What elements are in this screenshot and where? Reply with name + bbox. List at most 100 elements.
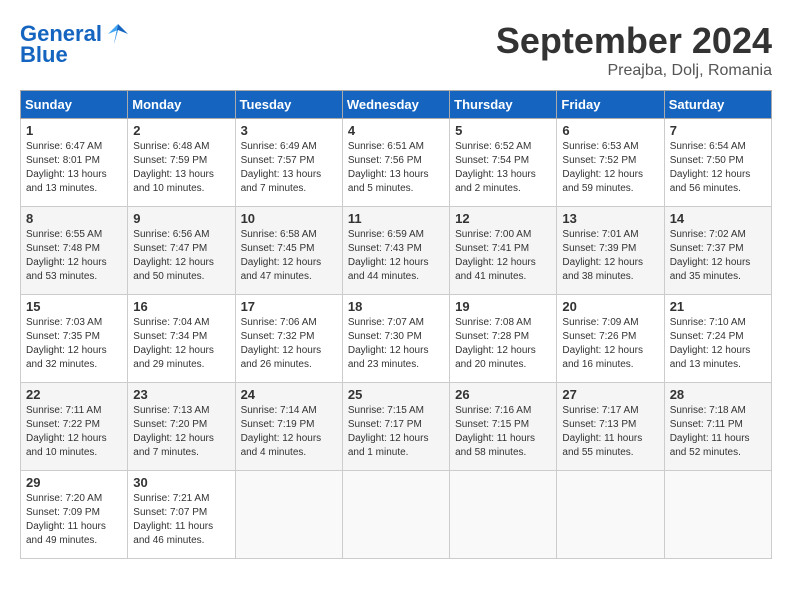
- day-info: Sunrise: 7:03 AM Sunset: 7:35 PM Dayligh…: [26, 316, 122, 372]
- calendar-cell: [664, 471, 771, 559]
- day-number: 8: [26, 211, 122, 226]
- calendar-cell: 29Sunrise: 7:20 AM Sunset: 7:09 PM Dayli…: [21, 471, 128, 559]
- calendar-cell: 25Sunrise: 7:15 AM Sunset: 7:17 PM Dayli…: [342, 383, 449, 471]
- day-number: 26: [455, 387, 551, 402]
- logo-icon: [104, 20, 132, 48]
- day-number: 24: [241, 387, 337, 402]
- calendar-cell: 22 Sunrise: 7:11 AM Sunset: 7:22 PM Dayli…: [21, 383, 128, 471]
- day-number: 20: [562, 299, 658, 314]
- day-number: 23: [133, 387, 229, 402]
- day-info: Sunrise: 7:06 AM Sunset: 7:32 PM Dayligh…: [241, 316, 337, 372]
- day-number: 2: [133, 123, 229, 138]
- day-number: 5: [455, 123, 551, 138]
- weekday-header: Thursday: [450, 91, 557, 119]
- day-number: 30: [133, 475, 229, 490]
- day-info: Sunrise: 6:51 AM Sunset: 7:56 PM Dayligh…: [348, 140, 444, 196]
- day-info: Sunrise: 6:58 AM Sunset: 7:45 PM Dayligh…: [241, 228, 337, 284]
- day-info: Sunrise: 6:54 AM Sunset: 7:50 PM Dayligh…: [670, 140, 766, 196]
- day-number: 14: [670, 211, 766, 226]
- logo: General Blue: [20, 20, 132, 68]
- day-info: Sunrise: 6:56 AM Sunset: 7:47 PM Dayligh…: [133, 228, 229, 284]
- day-info: Sunrise: 7:14 AM Sunset: 7:19 PM Dayligh…: [241, 404, 337, 460]
- day-info: Sunrise: 6:49 AM Sunset: 7:57 PM Dayligh…: [241, 140, 337, 196]
- day-number: 19: [455, 299, 551, 314]
- location: Preajba, Dolj, Romania: [496, 62, 772, 80]
- day-number: 21: [670, 299, 766, 314]
- calendar-cell: 11Sunrise: 6:59 AM Sunset: 7:43 PM Dayli…: [342, 207, 449, 295]
- day-number: 3: [241, 123, 337, 138]
- day-number: 7: [670, 123, 766, 138]
- logo-blue: Blue: [20, 42, 68, 68]
- weekday-header: Sunday: [21, 91, 128, 119]
- weekday-header: Tuesday: [235, 91, 342, 119]
- calendar-cell: 6 Sunrise: 6:53 AM Sunset: 7:52 PM Daylig…: [557, 119, 664, 207]
- calendar-cell: 1 Sunrise: 6:47 AM Sunset: 8:01 PM Daylig…: [21, 119, 128, 207]
- calendar-cell: [450, 471, 557, 559]
- day-info: Sunrise: 6:48 AM Sunset: 7:59 PM Dayligh…: [133, 140, 229, 196]
- calendar-cell: 3 Sunrise: 6:49 AM Sunset: 7:57 PM Daylig…: [235, 119, 342, 207]
- title-block: September 2024 Preajba, Dolj, Romania: [496, 20, 772, 80]
- day-info: Sunrise: 7:11 AM Sunset: 7:22 PM Dayligh…: [26, 404, 122, 460]
- day-info: Sunrise: 7:07 AM Sunset: 7:30 PM Dayligh…: [348, 316, 444, 372]
- calendar-cell: 21 Sunrise: 7:10 AM Sunset: 7:24 PM Dayli…: [664, 295, 771, 383]
- day-number: 15: [26, 299, 122, 314]
- calendar-cell: 4 Sunrise: 6:51 AM Sunset: 7:56 PM Daylig…: [342, 119, 449, 207]
- month-title: September 2024: [496, 20, 772, 62]
- calendar-cell: 13 Sunrise: 7:01 AM Sunset: 7:39 PM Dayli…: [557, 207, 664, 295]
- calendar-cell: [557, 471, 664, 559]
- day-info: Sunrise: 6:52 AM Sunset: 7:54 PM Dayligh…: [455, 140, 551, 196]
- day-info: Sunrise: 7:01 AM Sunset: 7:39 PM Dayligh…: [562, 228, 658, 284]
- day-info: Sunrise: 7:02 AM Sunset: 7:37 PM Dayligh…: [670, 228, 766, 284]
- day-number: 1: [26, 123, 122, 138]
- day-info: Sunrise: 7:17 AM Sunset: 7:13 PM Dayligh…: [562, 404, 658, 460]
- calendar-cell: 8 Sunrise: 6:55 AM Sunset: 7:48 PM Daylig…: [21, 207, 128, 295]
- calendar-cell: 5 Sunrise: 6:52 AM Sunset: 7:54 PM Daylig…: [450, 119, 557, 207]
- day-number: 18: [348, 299, 444, 314]
- calendar-cell: 17 Sunrise: 7:06 AM Sunset: 7:32 PM Dayli…: [235, 295, 342, 383]
- day-number: 22: [26, 387, 122, 402]
- calendar-cell: 26 Sunrise: 7:16 AM Sunset: 7:15 PM Dayli…: [450, 383, 557, 471]
- weekday-header: Friday: [557, 91, 664, 119]
- day-number: 17: [241, 299, 337, 314]
- calendar-cell: 19 Sunrise: 7:08 AM Sunset: 7:28 PM Dayli…: [450, 295, 557, 383]
- calendar-cell: 9 Sunrise: 6:56 AM Sunset: 7:47 PM Daylig…: [128, 207, 235, 295]
- day-number: 13: [562, 211, 658, 226]
- day-number: 27: [562, 387, 658, 402]
- day-info: Sunrise: 6:55 AM Sunset: 7:48 PM Dayligh…: [26, 228, 122, 284]
- calendar-cell: 28Sunrise: 7:18 AM Sunset: 7:11 PM Dayli…: [664, 383, 771, 471]
- calendar-cell: 15 Sunrise: 7:03 AM Sunset: 7:35 PM Dayli…: [21, 295, 128, 383]
- day-number: 6: [562, 123, 658, 138]
- weekday-header: Monday: [128, 91, 235, 119]
- day-number: 10: [241, 211, 337, 226]
- day-number: 4: [348, 123, 444, 138]
- calendar-cell: 24 Sunrise: 7:14 AM Sunset: 7:19 PM Dayli…: [235, 383, 342, 471]
- day-info: Sunrise: 7:08 AM Sunset: 7:28 PM Dayligh…: [455, 316, 551, 372]
- day-info: Sunrise: 7:15 AM Sunset: 7:17 PM Dayligh…: [348, 404, 444, 460]
- calendar-cell: 20Sunrise: 7:09 AM Sunset: 7:26 PM Dayli…: [557, 295, 664, 383]
- calendar-cell: 16 Sunrise: 7:04 AM Sunset: 7:34 PM Dayli…: [128, 295, 235, 383]
- calendar-cell: 18 Sunrise: 7:07 AM Sunset: 7:30 PM Dayli…: [342, 295, 449, 383]
- day-number: 12: [455, 211, 551, 226]
- page-header: General Blue September 2024 Preajba, Dol…: [20, 20, 772, 80]
- day-number: 11: [348, 211, 444, 226]
- day-info: Sunrise: 6:53 AM Sunset: 7:52 PM Dayligh…: [562, 140, 658, 196]
- day-number: 9: [133, 211, 229, 226]
- day-info: Sunrise: 7:13 AM Sunset: 7:20 PM Dayligh…: [133, 404, 229, 460]
- day-number: 16: [133, 299, 229, 314]
- calendar-cell: 7 Sunrise: 6:54 AM Sunset: 7:50 PM Daylig…: [664, 119, 771, 207]
- calendar-cell: 2 Sunrise: 6:48 AM Sunset: 7:59 PM Daylig…: [128, 119, 235, 207]
- day-info: Sunrise: 7:10 AM Sunset: 7:24 PM Dayligh…: [670, 316, 766, 372]
- day-info: Sunrise: 6:47 AM Sunset: 8:01 PM Dayligh…: [26, 140, 122, 196]
- weekday-header: Saturday: [664, 91, 771, 119]
- day-info: Sunrise: 7:16 AM Sunset: 7:15 PM Dayligh…: [455, 404, 551, 460]
- day-info: Sunrise: 7:18 AM Sunset: 7:11 PM Dayligh…: [670, 404, 766, 460]
- calendar-cell: [235, 471, 342, 559]
- calendar-cell: [342, 471, 449, 559]
- weekday-header: Wednesday: [342, 91, 449, 119]
- calendar-cell: 14 Sunrise: 7:02 AM Sunset: 7:37 PM Dayli…: [664, 207, 771, 295]
- calendar-table: SundayMondayTuesdayWednesdayThursdayFrid…: [20, 90, 772, 559]
- calendar-header: SundayMondayTuesdayWednesdayThursdayFrid…: [21, 91, 772, 119]
- day-info: Sunrise: 7:21 AM Sunset: 7:07 PM Dayligh…: [133, 492, 229, 548]
- day-info: Sunrise: 7:04 AM Sunset: 7:34 PM Dayligh…: [133, 316, 229, 372]
- calendar-body: 1 Sunrise: 6:47 AM Sunset: 8:01 PM Daylig…: [21, 119, 772, 559]
